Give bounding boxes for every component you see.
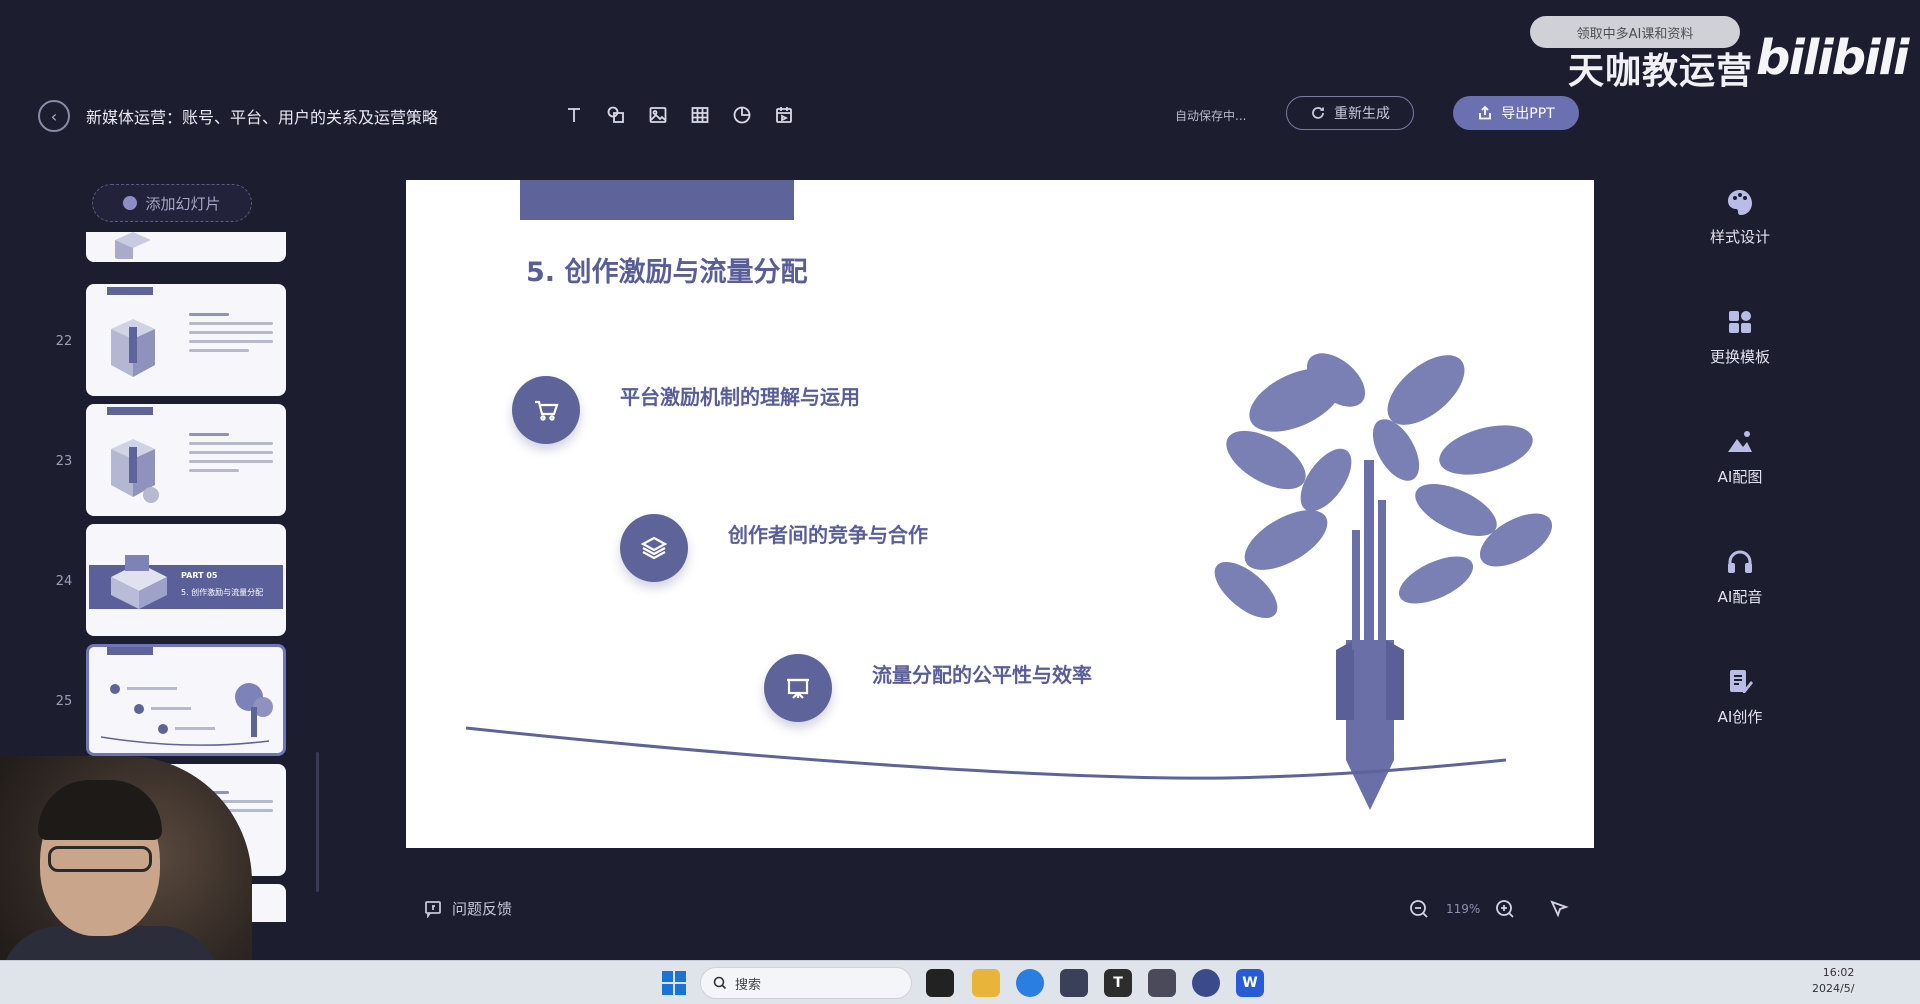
point-text: 平台激励机制的理解与运用 [620, 384, 860, 409]
refresh-icon [1312, 107, 1324, 119]
export-ppt-button[interactable]: 导出PPT [1453, 96, 1579, 130]
slide-thumbnail[interactable] [86, 232, 286, 262]
ai-write-icon [1722, 664, 1758, 700]
channel-watermark: 天咖教运营 [1568, 51, 1754, 92]
template-icon [1722, 304, 1758, 340]
word-app-icon[interactable]: W [1236, 969, 1264, 997]
change-template-button[interactable]: 更换模板 [1680, 304, 1800, 384]
table-tool-icon[interactable] [686, 100, 714, 130]
bilibili-logo: bilibili [1756, 30, 1909, 86]
chart-tool-icon[interactable] [728, 100, 756, 130]
ai-image-icon [1722, 424, 1758, 460]
point-text: 创作者间的竞争与合作 [728, 522, 928, 547]
zoom-out-icon [1410, 900, 1428, 918]
taskbar-app-icon[interactable] [1060, 969, 1088, 997]
part-title: 5. 创作激励与流量分配 [181, 588, 264, 597]
slide-thumbnail[interactable]: PART 05 5. 创作激励与流量分配 [86, 524, 286, 636]
thumbnail-scrollbar[interactable] [316, 752, 319, 892]
ai-voice-button[interactable]: AI配音 [1680, 544, 1800, 624]
palette-icon [1722, 184, 1758, 220]
style-design-button[interactable]: 样式设计 [1680, 184, 1800, 264]
slide-point-2[interactable]: 创作者间的竞争与合作 [620, 514, 928, 582]
taskbar-search[interactable]: 搜索 [700, 967, 912, 999]
slide-thumbnail-active[interactable] [86, 644, 286, 756]
slide-thumb-row: 23 [40, 404, 300, 516]
zoom-level: 119% [1446, 902, 1481, 916]
shape-tool-icon[interactable] [602, 100, 630, 130]
slide-header-bar [520, 180, 794, 220]
ai-write-label: AI创作 [1717, 708, 1763, 726]
slide-thumb-row: 25 [40, 644, 300, 756]
regenerate-button[interactable]: 重新生成 [1286, 96, 1414, 130]
cart-icon [512, 376, 580, 444]
ai-image-button[interactable]: AI配图 [1680, 424, 1800, 504]
point-text: 流量分配的公平性与效率 [872, 662, 1092, 687]
slide-number: 24 [55, 574, 73, 589]
slide-thumb-row: 24 PART 05 5. 创作激励与流量分配 [40, 524, 300, 636]
taskbar-clock: 16:02 2024/5/ [1812, 965, 1854, 997]
feedback-icon [425, 900, 441, 918]
pointer-tool-button[interactable] [1548, 898, 1572, 922]
cursor-arrow-icon [1550, 900, 1569, 918]
media-tool-icon[interactable] [770, 100, 798, 130]
zoom-in-icon [1496, 900, 1514, 918]
taskbar-app-icon[interactable] [926, 969, 954, 997]
add-slide-label: 添加幻灯片 [145, 194, 221, 213]
presentation-icon [764, 654, 832, 722]
layers-icon [620, 514, 688, 582]
ppt-editor-app: 领取中多AI课和资料 天咖教运营 bilibili ‹ 新媒体运营：账号、平台、… [0, 0, 1920, 960]
add-slide-button[interactable]: 添加幻灯片 [92, 184, 252, 222]
clock-time: 16:02 [1822, 966, 1855, 979]
part-label: PART 05 [181, 571, 218, 580]
slide-point-1[interactable]: 平台激励机制的理解与运用 [512, 376, 860, 444]
export-label: 导出PPT [1501, 106, 1555, 122]
ground-line-decoration [466, 726, 1506, 780]
slide-number: 22 [55, 334, 73, 349]
search-icon [713, 976, 727, 990]
slide-number: 23 [55, 454, 73, 469]
regenerate-label: 重新生成 [1334, 106, 1390, 122]
notes-app-icon[interactable] [1148, 969, 1176, 997]
insert-toolbar [560, 100, 798, 130]
zoom-out-button[interactable] [1408, 898, 1432, 922]
top-toolbar: ‹ 新媒体运营：账号、平台、用户的关系及运营策略 自动保存中... 重新生成 导… [0, 88, 1920, 144]
feedback-label: 问题反馈 [452, 900, 513, 918]
change-template-label: 更换模板 [1709, 348, 1770, 366]
chevron-left-icon: ‹ [50, 106, 58, 126]
ai-write-button[interactable]: AI创作 [1680, 664, 1800, 744]
file-explorer-icon[interactable] [972, 969, 1000, 997]
windows-start-button[interactable] [662, 971, 686, 995]
slide-thumbnail[interactable] [86, 404, 286, 516]
style-design-label: 样式设计 [1709, 228, 1770, 246]
autosave-status: 自动保存中... [1175, 109, 1247, 123]
text-tool-icon[interactable] [560, 100, 588, 130]
feedback-button[interactable]: 问题反馈 [424, 898, 512, 919]
slide-thumbnail[interactable] [86, 284, 286, 396]
browser-icon[interactable] [1016, 969, 1044, 997]
upload-icon [1479, 105, 1492, 120]
document-title: 新媒体运营：账号、平台、用户的关系及运营策略 [86, 108, 439, 127]
text-app-icon[interactable]: T [1104, 969, 1132, 997]
recorder-app-icon[interactable] [1192, 969, 1220, 997]
ai-voice-icon [1722, 544, 1758, 580]
clock-date: 2024/5/ [1812, 982, 1855, 995]
ai-image-label: AI配图 [1717, 468, 1763, 486]
image-tool-icon[interactable] [644, 100, 672, 130]
search-placeholder: 搜索 [735, 977, 762, 993]
slide-canvas[interactable]: 5. 创作激励与流量分配 平台激励机制的理解与运用 创作者间的竞争与合作 流量分… [406, 180, 1594, 848]
slide-number: 25 [55, 694, 73, 709]
zoom-in-button[interactable] [1494, 898, 1518, 922]
slide-title[interactable]: 5. 创作激励与流量分配 [526, 250, 807, 289]
os-taskbar: 搜索 T W 16:02 2024/5/ [0, 960, 1920, 1004]
back-button[interactable]: ‹ [38, 100, 70, 132]
slide-point-3[interactable]: 流量分配的公平性与效率 [764, 654, 1092, 722]
ai-voice-label: AI配音 [1717, 588, 1763, 606]
add-icon [123, 196, 138, 210]
slide-thumb-row [40, 232, 300, 262]
slide-thumb-row: 22 [40, 284, 300, 396]
